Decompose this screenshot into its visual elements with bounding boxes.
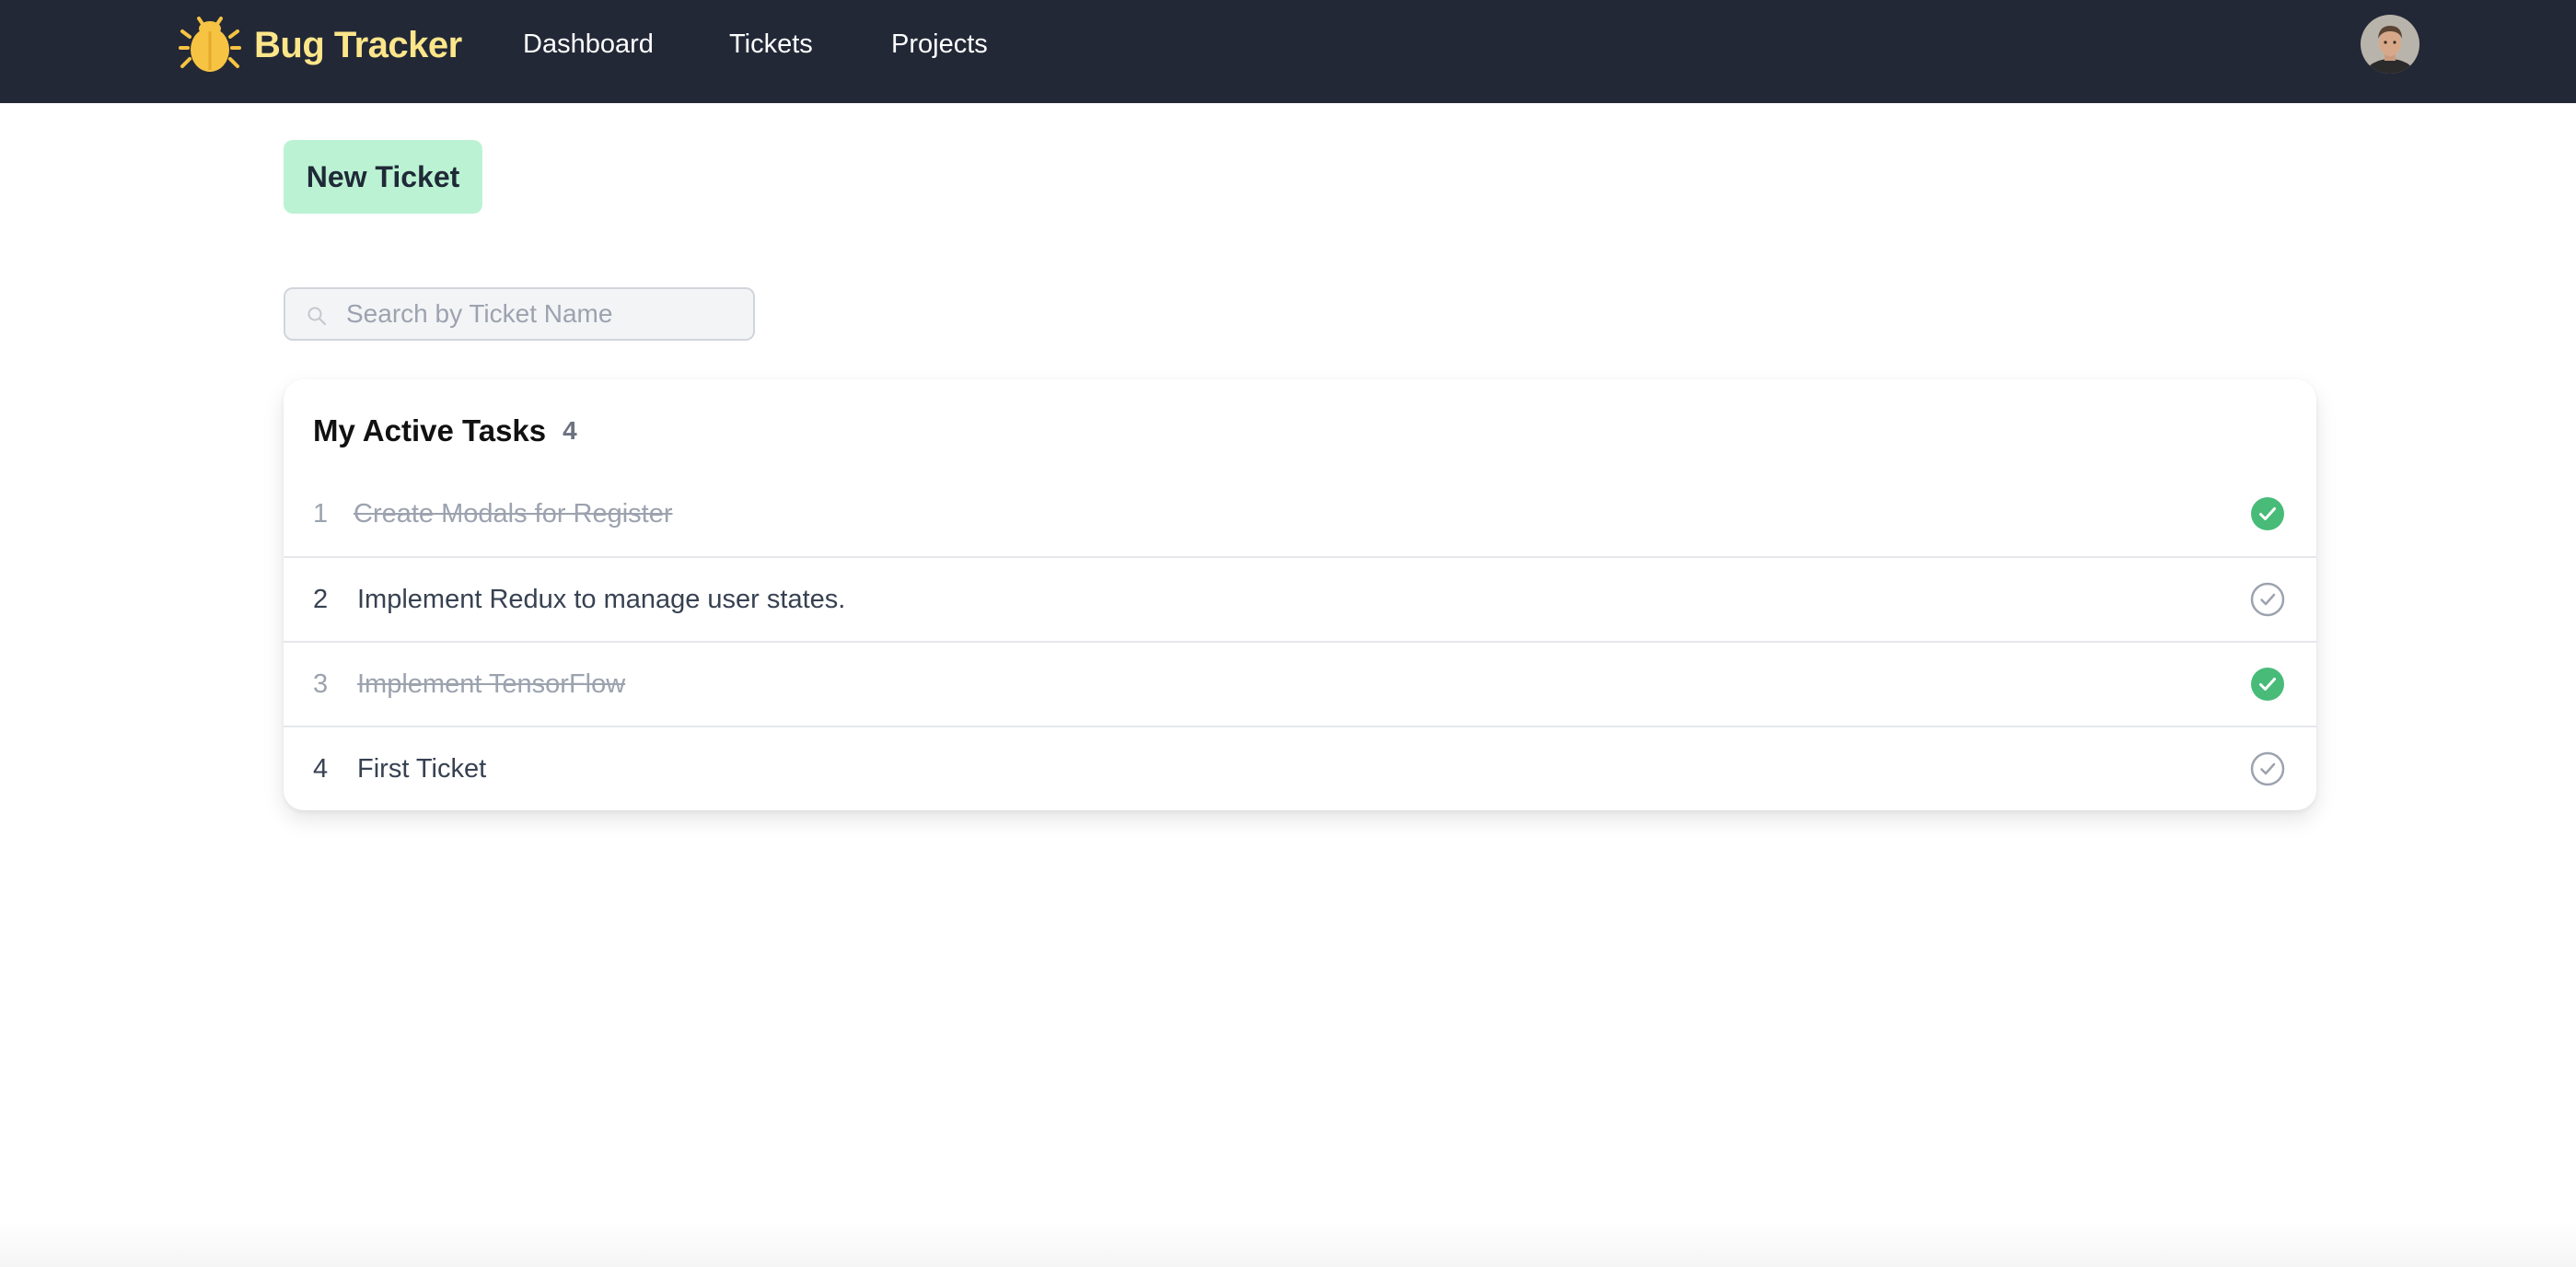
task-name: Implement Redux to manage user states. [357,584,846,614]
check-circle-filled-icon[interactable] [2250,667,2285,702]
brand-name: Bug Tracker [254,24,462,65]
page-bottom-shadow [0,1221,2576,1267]
check-circle-outline-icon[interactable] [2250,751,2285,786]
user-avatar[interactable] [2361,15,2419,74]
task-name: Implement TensorFlow [357,668,626,699]
task-number: 2 [313,584,329,614]
bug-icon [179,17,241,72]
nav-link-tickets[interactable]: Tickets [729,26,813,63]
task-row[interactable]: 2 Implement Redux to manage user states. [284,556,2316,641]
search-box [284,287,755,341]
active-tasks-card: My Active Tasks 4 1 Create Modals for Re… [284,379,2316,810]
card-title: My Active Tasks [313,413,547,448]
task-row[interactable]: 3 Implement TensorFlow [284,641,2316,726]
task-number: 3 [313,668,329,699]
task-row[interactable]: 1 Create Modals for Register [284,471,2316,556]
check-circle-filled-icon[interactable] [2250,496,2285,531]
check-circle-outline-icon[interactable] [2250,582,2285,617]
avatar-icon [2361,15,2419,74]
task-row[interactable]: 4 First Ticket [284,726,2316,810]
search-input[interactable] [344,289,740,339]
task-number: 4 [313,753,329,784]
brand-link[interactable]: Bug Tracker [179,17,462,74]
task-count-badge: 4 [563,416,577,445]
task-name: First Ticket [357,753,487,784]
new-ticket-button[interactable]: New Ticket [284,140,482,214]
nav-link-dashboard[interactable]: Dashboard [523,26,654,63]
task-name: Create Modals for Register [354,498,673,529]
top-navbar: Bug Tracker Dashboard Tickets Projects [0,0,2576,103]
search-icon [307,307,326,325]
card-header: My Active Tasks 4 [313,403,577,459]
nav-link-projects[interactable]: Projects [891,26,988,63]
task-number: 1 [313,498,329,529]
